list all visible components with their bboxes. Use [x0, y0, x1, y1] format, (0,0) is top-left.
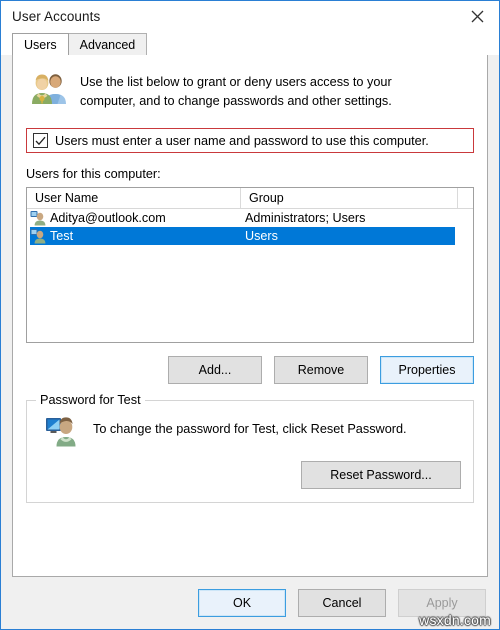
cell-group: Administrators; Users	[245, 211, 366, 225]
column-header-group[interactable]: Group	[241, 188, 458, 208]
user-icon	[30, 210, 46, 226]
cell-user-name: Test	[50, 229, 74, 243]
users-list-label: Users for this computer:	[26, 167, 161, 181]
require-login-checkbox[interactable]	[33, 133, 48, 148]
password-group-text: To change the password for Test, click R…	[93, 422, 407, 436]
tab-advanced[interactable]: Advanced	[67, 33, 148, 55]
column-header-user-name[interactable]: User Name	[27, 188, 241, 208]
table-row[interactable]: Aditya@outlook.com Administrators; Users	[27, 209, 473, 227]
intro-text: Use the list below to grant or deny user…	[80, 75, 392, 108]
list-header: User Name Group	[27, 188, 473, 209]
apply-button: Apply	[398, 589, 486, 617]
password-group: Password for Test To change the password…	[26, 393, 474, 503]
window-title: User Accounts	[12, 9, 101, 24]
annotation-box: Users must enter a user name and passwor…	[26, 128, 474, 153]
cancel-button[interactable]: Cancel	[298, 589, 386, 617]
user-actions-row: Add... Remove Properties	[26, 356, 474, 384]
two-users-icon	[30, 71, 68, 105]
user-screen-icon	[45, 415, 79, 447]
close-button[interactable]	[455, 2, 499, 32]
reset-password-button[interactable]: Reset Password...	[301, 461, 461, 489]
column-header-extra[interactable]	[458, 188, 473, 208]
user-icon	[30, 228, 46, 244]
tab-users-label: Users	[24, 37, 57, 52]
table-row[interactable]: Test Users	[27, 227, 473, 245]
remove-button[interactable]: Remove	[274, 356, 368, 384]
tab-users[interactable]: Users	[12, 33, 69, 55]
tab-advanced-label: Advanced	[79, 37, 136, 52]
tab-page-users: Use the list below to grant or deny user…	[12, 54, 488, 577]
users-listbox[interactable]: User Name Group Aditya@outlook.com Admin…	[26, 187, 474, 343]
close-icon	[471, 10, 484, 23]
ok-button[interactable]: OK	[198, 589, 286, 617]
password-group-title: Password for Test	[36, 393, 145, 407]
intro-block: Use the list below to grant or deny user…	[26, 71, 474, 111]
cell-user-name: Aditya@outlook.com	[50, 211, 166, 225]
require-login-label[interactable]: Users must enter a user name and passwor…	[55, 134, 429, 148]
dialog-footer: OK Cancel Apply wsxdn.com	[1, 577, 499, 629]
add-button[interactable]: Add...	[168, 356, 262, 384]
checkmark-icon	[35, 136, 46, 146]
cell-group: Users	[245, 229, 278, 243]
properties-button[interactable]: Properties	[380, 356, 474, 384]
tab-strip: Users Advanced	[1, 32, 499, 55]
user-accounts-window: User Accounts Users Advanced Use the lis…	[0, 0, 500, 630]
title-bar: User Accounts	[1, 1, 499, 32]
